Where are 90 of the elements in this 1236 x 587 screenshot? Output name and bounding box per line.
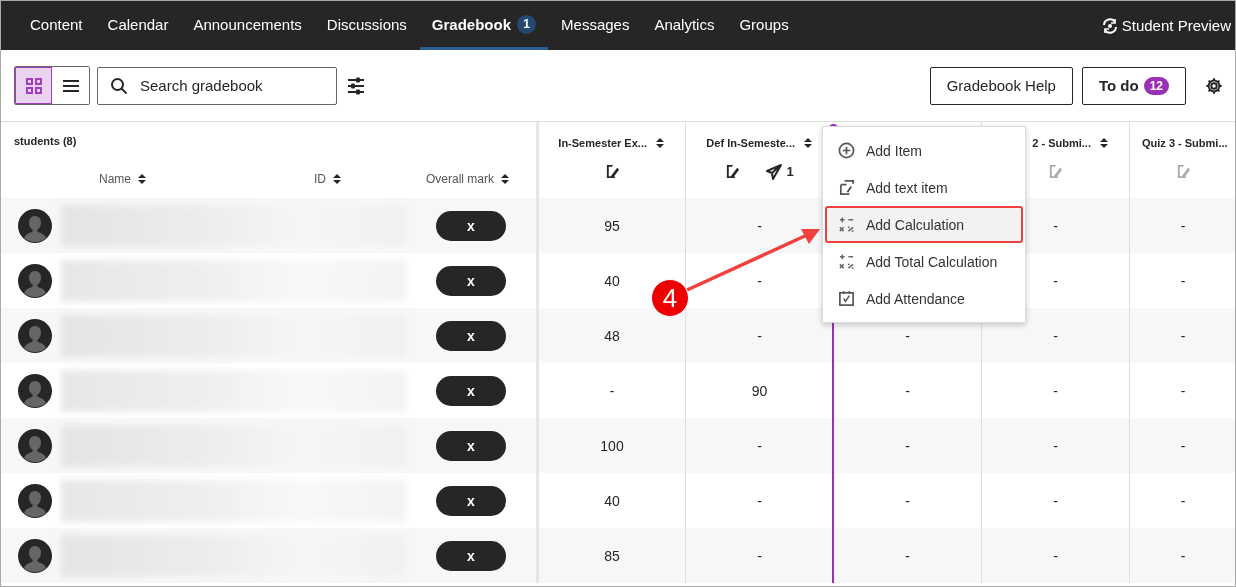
avatar-silhouette-icon	[18, 318, 52, 353]
text-item-icon	[838, 179, 855, 196]
students-count-label: students (8)	[14, 135, 77, 147]
grade-cell[interactable]: -	[905, 492, 910, 509]
avatar-silhouette-icon	[18, 538, 52, 573]
grade-cell[interactable]: 95	[604, 217, 620, 234]
avatar-silhouette-icon	[18, 373, 52, 408]
nav-tab[interactable]: Groups	[727, 1, 801, 50]
grade-cell[interactable]: 40	[604, 272, 620, 289]
grade-cell[interactable]: -	[1180, 217, 1186, 234]
sort-icon[interactable]	[655, 137, 665, 149]
search-field[interactable]: Search gradebook	[97, 66, 337, 105]
sort-icon	[500, 173, 510, 185]
calculation-icon	[838, 253, 855, 270]
send-icon	[766, 163, 783, 180]
grid-view-button[interactable]	[15, 67, 52, 104]
sort-icon[interactable]	[803, 137, 813, 149]
column-header[interactable]: In-Semester Ex...	[558, 137, 647, 149]
nav-tab[interactable]: Content	[18, 1, 95, 50]
nav-tab[interactable]: Gradebook 1	[419, 1, 549, 50]
student-preview-button[interactable]: Student Preview	[1101, 1, 1235, 50]
grade-cell[interactable]: -	[757, 437, 762, 454]
nav-tab[interactable]: Calendar	[95, 1, 181, 50]
sort-icon	[137, 173, 147, 185]
grade-cell[interactable]: -	[1180, 327, 1186, 344]
column-sort-button[interactable]: Overall mark	[426, 172, 510, 186]
grade-cell[interactable]: -	[757, 272, 762, 289]
grade-cell[interactable]: -	[1053, 327, 1058, 344]
add-circle-icon	[838, 142, 855, 159]
column-header[interactable]: Quiz 3 - Submi...	[1142, 137, 1228, 149]
grade-cell[interactable]: -	[1053, 547, 1058, 564]
filter-icon[interactable]	[347, 75, 365, 96]
overall-mark-pill[interactable]: x	[436, 375, 506, 406]
grade-cell[interactable]: 40	[604, 492, 620, 509]
step-number-badge: 4	[651, 279, 689, 317]
column-header[interactable]: Def In-Semeste...	[706, 137, 795, 149]
overall-mark-pill[interactable]: x	[436, 320, 506, 351]
grade-cell[interactable]: 85	[604, 547, 620, 564]
grade-cell[interactable]: -	[1180, 547, 1186, 564]
search-icon	[110, 76, 128, 95]
overall-mark-pill[interactable]: x	[436, 210, 506, 241]
grade-cell[interactable]: -	[757, 492, 762, 509]
sort-icon	[332, 173, 342, 185]
count-badge: 12	[1143, 76, 1169, 95]
checkbox-icon	[838, 290, 855, 307]
grade-cell[interactable]: -	[905, 437, 910, 454]
grade-cell[interactable]: -	[757, 327, 762, 344]
nav-tab[interactable]: Discussions	[314, 1, 419, 50]
avatar-silhouette-icon	[18, 263, 52, 298]
grade-cell[interactable]: -	[1053, 382, 1058, 399]
grade-cell[interactable]: -	[1180, 437, 1186, 454]
grade-cell[interactable]: -	[757, 547, 762, 564]
grade-cell[interactable]: 90	[751, 382, 768, 399]
overall-mark-pill[interactable]: x	[436, 430, 506, 461]
column-header[interactable]: 2 - Submi...	[1032, 137, 1091, 149]
column-sort-button[interactable]: Name	[99, 172, 147, 186]
menu-item[interactable]: Add Calculation	[825, 206, 1023, 243]
grade-cell[interactable]: -	[905, 547, 910, 564]
grade-cell[interactable]: -	[1053, 492, 1058, 509]
grade-cell[interactable]: -	[1180, 272, 1186, 289]
count-badge: 1	[517, 14, 537, 34]
grade-cell[interactable]: 100	[600, 437, 624, 454]
grade-cell[interactable]: -	[1053, 272, 1058, 289]
grade-cell[interactable]: -	[1053, 437, 1058, 454]
grid-icon	[24, 76, 43, 95]
column-sort-button[interactable]: ID	[314, 172, 342, 186]
todo-button[interactable]: To do 12	[1081, 66, 1186, 105]
grade-cell[interactable]: -	[905, 327, 910, 344]
overall-mark-pill[interactable]: x	[436, 485, 506, 516]
nav-tab[interactable]: Analytics	[642, 1, 727, 50]
grade-cell[interactable]: -	[1180, 492, 1186, 509]
avatar-silhouette-icon	[18, 428, 52, 463]
grade-cell[interactable]: 48	[604, 327, 620, 344]
sent-count: 1	[786, 164, 794, 179]
sort-icon[interactable]	[1099, 137, 1109, 149]
grade-cell[interactable]: -	[905, 382, 910, 399]
overall-mark-pill[interactable]: x	[436, 265, 506, 296]
avatar-silhouette-icon	[18, 483, 52, 518]
calculation-icon	[838, 216, 855, 233]
avatar-silhouette-icon	[18, 208, 52, 243]
nav-tab[interactable]: Messages	[549, 1, 642, 50]
settings-icon[interactable]	[1205, 76, 1223, 95]
help-button[interactable]: Gradebook Help	[929, 66, 1073, 105]
grade-cell[interactable]: -	[609, 382, 615, 399]
grade-cell[interactable]: -	[757, 217, 762, 234]
overall-mark-pill[interactable]: x	[436, 540, 506, 571]
nav-tab[interactable]: Announcements	[181, 1, 314, 50]
grade-cell[interactable]: -	[1053, 217, 1058, 234]
refresh-eye-icon	[1101, 17, 1118, 34]
grade-cell[interactable]: -	[1180, 382, 1186, 399]
